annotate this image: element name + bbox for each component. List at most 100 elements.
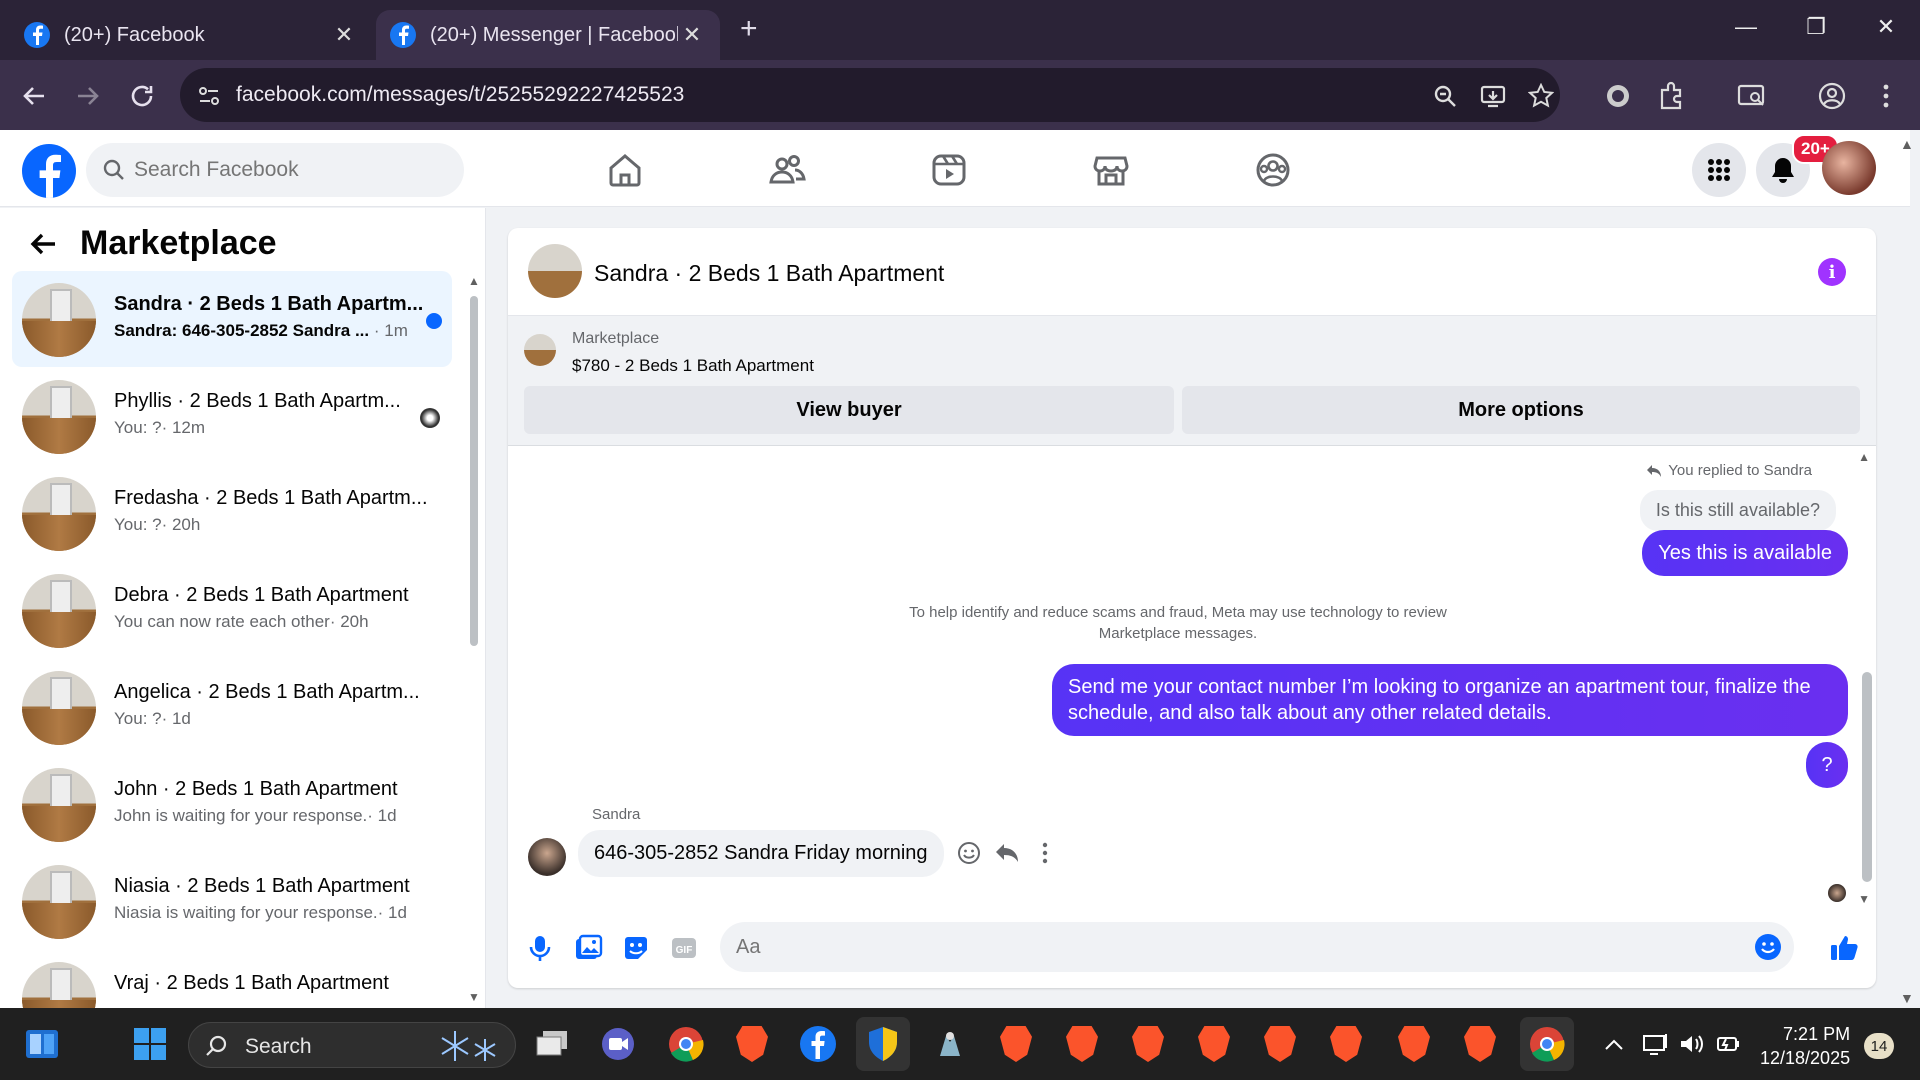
back-icon[interactable] (18, 80, 50, 112)
conversation-avatar[interactable] (528, 244, 582, 298)
conversation-item[interactable]: Niasia · 2 Beds 1 Bath Apartment Niasia … (12, 853, 452, 949)
brave-icon[interactable] (730, 1022, 774, 1066)
more-actions-icon[interactable] (1032, 840, 1058, 866)
view-buyer-button[interactable]: View buyer (524, 386, 1174, 434)
brave-profile-icon[interactable] (1258, 1022, 1302, 1066)
menu-grid-button[interactable] (1692, 143, 1746, 197)
install-app-icon[interactable] (1480, 83, 1506, 109)
outgoing-message[interactable]: Send me your contact number I’m looking … (1052, 664, 1848, 736)
outgoing-message[interactable]: ? (1806, 742, 1848, 788)
tab-facebook[interactable]: (20+) Facebook ✕ (10, 10, 372, 60)
taskbar-search[interactable]: Search (188, 1022, 516, 1068)
like-thumb-icon[interactable] (1828, 932, 1860, 964)
brave-profile-icon[interactable] (1324, 1022, 1368, 1066)
chat-scroll-down-icon[interactable]: ▼ (1858, 892, 1870, 906)
react-icon[interactable] (956, 840, 982, 866)
photo-icon[interactable] (572, 932, 604, 964)
conversation-item[interactable]: Angelica · 2 Beds 1 Bath Apartm... You: … (12, 659, 452, 755)
zoom-icon[interactable] (1432, 83, 1458, 109)
more-options-button[interactable]: More options (1182, 386, 1860, 434)
brave-profile-icon[interactable] (1392, 1022, 1436, 1066)
tray-overflow-icon[interactable] (1592, 1022, 1636, 1066)
conversation-item[interactable]: Vraj · 2 Beds 1 Bath Apartment (12, 950, 452, 1008)
chat-scrollbar[interactable] (1862, 672, 1872, 882)
outgoing-message[interactable]: Yes this is available (1642, 530, 1848, 576)
close-tab-icon[interactable]: ✕ (330, 22, 358, 48)
listing-title[interactable]: $780 - 2 Beds 1 Bath Apartment (572, 356, 814, 376)
widgets-icon[interactable] (20, 1022, 64, 1066)
site-settings-icon[interactable] (196, 83, 222, 109)
conversation-preview: You: ?· 12m (114, 418, 206, 437)
reply-icon[interactable] (994, 840, 1020, 866)
facebook-logo-icon[interactable] (22, 144, 76, 198)
sidebar-scrollbar[interactable] (470, 296, 478, 646)
restore-icon[interactable]: ❐ (1796, 14, 1836, 40)
notification-center-badge[interactable]: 14 (1864, 1033, 1894, 1059)
brave-profile-icon[interactable] (1060, 1022, 1104, 1066)
message-input-wrapper[interactable] (720, 922, 1794, 972)
gif-icon[interactable]: GIF (668, 932, 700, 964)
conversation-item[interactable]: Fredasha · 2 Beds 1 Bath Apartm... You: … (12, 465, 452, 561)
address-bar[interactable]: facebook.com/messages/t/2525529222742552… (180, 68, 1560, 122)
game-app-icon[interactable] (928, 1022, 972, 1066)
meet-app-icon[interactable] (596, 1022, 640, 1066)
reload-icon[interactable] (126, 80, 158, 112)
brave-profile-icon[interactable] (994, 1022, 1038, 1066)
brave-profile-icon[interactable] (1126, 1022, 1170, 1066)
sidebar-scroll-up-icon[interactable]: ▲ (468, 274, 480, 288)
forward-icon[interactable] (72, 80, 104, 112)
info-icon[interactable]: i (1818, 258, 1846, 286)
tab-messenger[interactable]: (20+) Messenger | Facebook ✕ (376, 10, 720, 60)
back-arrow-icon[interactable] (28, 229, 58, 259)
profile-icon[interactable] (1816, 80, 1848, 112)
account-avatar[interactable] (1822, 141, 1876, 195)
chat-scroll-up-icon[interactable]: ▲ (1858, 450, 1870, 464)
chrome-icon[interactable] (664, 1022, 708, 1066)
page-scroll-up-icon[interactable]: ▲ (1900, 136, 1914, 152)
sticker-icon[interactable] (620, 932, 652, 964)
conversation-panel: Sandra · 2 Beds 1 Bath Apartment i Marke… (508, 228, 1876, 988)
url-text: facebook.com/messages/t/2525529222742552… (236, 83, 685, 106)
microphone-icon[interactable] (524, 932, 556, 964)
page-scroll-down-icon[interactable]: ▼ (1900, 990, 1914, 1006)
groups-icon[interactable] (1253, 150, 1293, 190)
extension-record-icon[interactable] (1602, 80, 1634, 112)
conversation-item[interactable]: John · 2 Beds 1 Bath Apartment John is w… (12, 756, 452, 852)
extensions-puzzle-icon[interactable] (1656, 80, 1688, 112)
new-tab-icon[interactable]: + (740, 12, 758, 46)
home-icon[interactable] (605, 150, 645, 190)
battery-icon[interactable] (1706, 1022, 1750, 1066)
sidebar-header: Marketplace (28, 224, 277, 263)
chrome-active-icon[interactable] (1520, 1017, 1574, 1071)
brave-profile-icon[interactable] (1192, 1022, 1236, 1066)
conversation-item[interactable]: Phyllis · 2 Beds 1 Bath Apartm... You: ?… (12, 368, 452, 464)
bookmark-star-icon[interactable] (1528, 83, 1554, 109)
minimize-icon[interactable]: — (1726, 14, 1766, 40)
incoming-message[interactable]: 646-305-2852 Sandra Friday morning (578, 830, 944, 877)
conversation-title[interactable]: Sandra · 2 Beds 1 Bath Apartment (594, 260, 944, 287)
sidebar-scroll-down-icon[interactable]: ▼ (468, 990, 480, 1004)
start-windows-icon[interactable] (128, 1022, 172, 1066)
browser-menu-icon[interactable] (1870, 80, 1902, 112)
task-view-icon[interactable] (530, 1022, 574, 1066)
quoted-message[interactable]: Is this still available? (1639, 490, 1836, 531)
friends-icon[interactable] (767, 150, 807, 190)
facebook-app-icon[interactable] (796, 1022, 840, 1066)
listing-thumbnail (22, 380, 96, 454)
brave-profile-icon[interactable] (1458, 1022, 1502, 1066)
tab-search-icon[interactable] (1736, 80, 1768, 112)
marketplace-icon[interactable] (1091, 150, 1131, 190)
conversation-item[interactable]: Debra · 2 Beds 1 Bath Apartment You can … (12, 562, 452, 658)
sender-avatar[interactable] (528, 838, 566, 876)
message-input[interactable] (736, 922, 1736, 972)
window-close-icon[interactable]: ✕ (1866, 14, 1906, 40)
security-shield-icon[interactable] (856, 1017, 910, 1071)
emoji-icon[interactable] (1754, 933, 1782, 961)
conversation-item[interactable]: Sandra · 2 Beds 1 Bath Apartm... Sandra:… (12, 271, 452, 367)
facebook-search-input[interactable] (134, 143, 454, 197)
search-icon (206, 1035, 227, 1056)
facebook-search[interactable] (86, 143, 464, 197)
system-clock[interactable]: 7:21 PM 12/18/2025 (1760, 1022, 1850, 1070)
video-icon[interactable] (929, 150, 969, 190)
close-tab-icon[interactable]: ✕ (678, 22, 706, 48)
